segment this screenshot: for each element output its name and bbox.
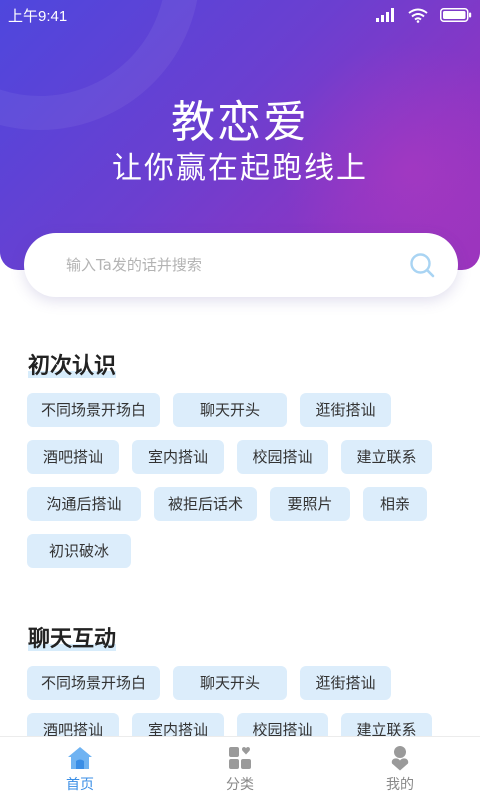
tag-item[interactable]: 聊天开头 [173, 666, 287, 700]
tag-item[interactable]: 室内搭讪 [132, 440, 224, 474]
hero-subtitle: 让你赢在起跑线上 [112, 151, 368, 186]
hero-title: 教恋爱 [171, 97, 309, 148]
status-icons [376, 8, 472, 23]
header-banner: 上午9:41 教恋爱 让你赢在起跑线上 [0, 0, 480, 270]
tag-item[interactable]: 逛街搭讪 [300, 666, 391, 700]
search-input[interactable] [66, 256, 408, 274]
category-icon [229, 747, 251, 769]
status-time: 上午9:41 [8, 7, 68, 25]
tag-item[interactable]: 沟通后搭讪 [27, 487, 141, 521]
search-icon[interactable] [408, 251, 436, 279]
tag-item[interactable]: 室内搭讪 [132, 713, 224, 736]
profile-icon [391, 746, 409, 771]
tag-item[interactable]: 逛街搭讪 [300, 393, 391, 427]
tag-item[interactable]: 相亲 [363, 487, 427, 521]
tag-item[interactable]: 不同场景开场白 [27, 393, 160, 427]
tag-group-first-meet: 不同场景开场白 聊天开头 逛街搭讪 酒吧搭讪 室内搭讪 校园搭讪 建立联系 沟通… [27, 393, 457, 573]
tag-item[interactable]: 不同场景开场白 [27, 666, 160, 700]
tab-profile[interactable]: 我的 [320, 737, 480, 800]
tag-item[interactable]: 校园搭讪 [237, 440, 328, 474]
battery-icon [440, 8, 472, 22]
tag-item[interactable]: 校园搭讪 [237, 713, 328, 736]
wifi-icon [408, 8, 428, 23]
tag-group-chat-interaction: 不同场景开场白 聊天开头 逛街搭讪 酒吧搭讪 室内搭讪 校园搭讪 建立联系 [27, 666, 457, 736]
tag-item[interactable]: 聊天开头 [173, 393, 287, 427]
tag-item[interactable]: 被拒后话术 [154, 487, 257, 521]
tab-profile-label: 我的 [386, 777, 414, 793]
tag-item[interactable]: 初识破冰 [27, 534, 131, 568]
tag-item[interactable]: 酒吧搭讪 [27, 440, 119, 474]
search-bar[interactable] [24, 233, 458, 297]
tab-category-label: 分类 [226, 777, 254, 793]
status-bar: 上午9:41 [0, 0, 480, 30]
tab-home-label: 首页 [66, 777, 94, 793]
tag-item[interactable]: 要照片 [270, 487, 350, 521]
bottom-tab-bar: 首页 分类 我的 [0, 736, 480, 800]
tab-home[interactable]: 首页 [0, 737, 160, 800]
tag-item[interactable]: 建立联系 [341, 440, 432, 474]
signal-icon [376, 8, 394, 22]
home-icon [68, 747, 92, 769]
section-title-first-meet: 初次认识 [28, 348, 117, 380]
section-title-chat-interaction: 聊天互动 [28, 621, 117, 653]
tab-category[interactable]: 分类 [160, 737, 320, 800]
tag-item[interactable]: 建立联系 [341, 713, 432, 736]
tag-item[interactable]: 酒吧搭讪 [27, 713, 119, 736]
